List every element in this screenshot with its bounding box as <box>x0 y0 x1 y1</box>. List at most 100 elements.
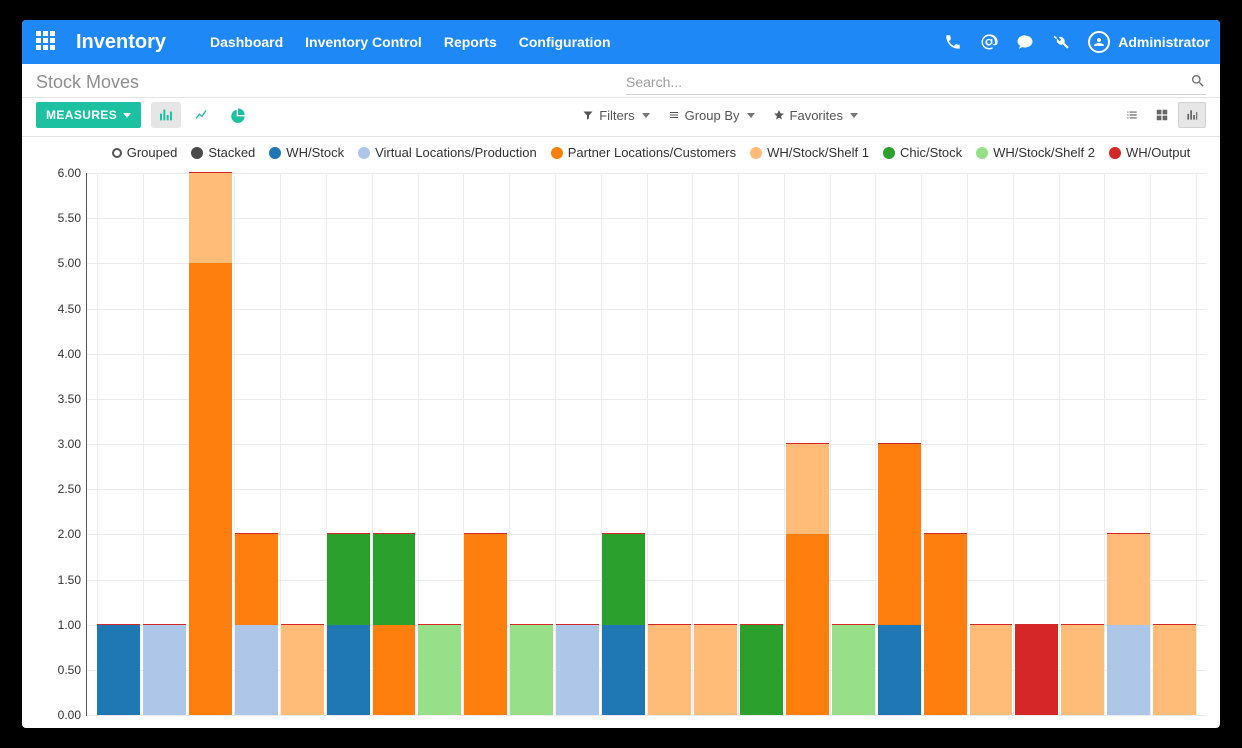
chart-bar-segment <box>924 534 967 715</box>
favorites-label: Favorites <box>790 108 843 123</box>
chart-bar[interactable] <box>510 173 553 715</box>
tools-icon[interactable] <box>1052 33 1070 51</box>
legend-series-item[interactable]: WH/Stock/Shelf 1 <box>750 145 869 160</box>
top-navbar: Inventory Dashboard Inventory Control Re… <box>22 20 1220 64</box>
bar-top-marker <box>1061 624 1104 625</box>
chart-bar[interactable] <box>189 173 232 715</box>
chart-bar[interactable] <box>1107 173 1150 715</box>
legend-series-item[interactable]: Chic/Stock <box>883 145 962 160</box>
caret-down-icon <box>642 113 650 118</box>
chart-bar-segment <box>740 625 783 715</box>
chart-bar[interactable] <box>327 173 370 715</box>
chart-bar[interactable] <box>464 173 507 715</box>
legend-series-item[interactable]: Partner Locations/Customers <box>551 145 736 160</box>
user-menu[interactable]: Administrator <box>1088 31 1210 53</box>
chart-bar[interactable] <box>924 173 967 715</box>
y-axis-label: 5.50 <box>58 211 81 225</box>
user-name: Administrator <box>1118 34 1210 50</box>
legend-series-item[interactable]: WH/Output <box>1109 145 1190 160</box>
chart-bar[interactable] <box>648 173 691 715</box>
chart-bar-segment <box>556 625 599 715</box>
caret-down-icon <box>123 113 131 118</box>
chart-bar[interactable] <box>1153 173 1196 715</box>
legend-label: WH/Stock <box>286 145 344 160</box>
color-swatch-icon <box>269 147 281 159</box>
y-axis-label: 6.00 <box>58 166 81 180</box>
chart-bar-segment <box>648 625 691 715</box>
main-menu: Dashboard Inventory Control Reports Conf… <box>210 34 610 50</box>
y-axis-label: 1.00 <box>58 618 81 632</box>
nav-icon-group: Administrator <box>944 31 1210 53</box>
chart-bar-segment <box>602 625 645 715</box>
chart-type-bar[interactable] <box>151 102 181 128</box>
chart-bar[interactable] <box>373 173 416 715</box>
legend-label: Stacked <box>208 145 255 160</box>
chart-bar-segment <box>373 625 416 715</box>
chart-bar[interactable] <box>970 173 1013 715</box>
legend-series-item[interactable]: Virtual Locations/Production <box>358 145 537 160</box>
y-axis-label: 2.50 <box>58 482 81 496</box>
chart-bar[interactable] <box>143 173 186 715</box>
chart-type-pie[interactable] <box>223 102 253 128</box>
chart-bar[interactable] <box>602 173 645 715</box>
chart-bar[interactable] <box>1061 173 1104 715</box>
chat-icon[interactable] <box>1016 33 1034 51</box>
legend-label: WH/Stock/Shelf 2 <box>993 145 1095 160</box>
menu-inventory-control[interactable]: Inventory Control <box>305 34 422 50</box>
search-input[interactable] <box>626 70 1206 95</box>
chart-bar-segment <box>1107 534 1150 624</box>
view-list-button[interactable] <box>1118 102 1146 128</box>
chart-legend: Grouped Stacked WH/Stock Virtual Location… <box>22 137 1220 162</box>
bar-top-marker <box>970 624 1013 625</box>
filters-label: Filters <box>599 108 634 123</box>
view-pivot-button[interactable] <box>1148 102 1176 128</box>
circle-outline-icon <box>112 148 122 158</box>
chart-bar-segment <box>327 534 370 624</box>
caret-down-icon <box>747 113 755 118</box>
caret-down-icon <box>850 113 858 118</box>
chart-bar[interactable] <box>235 173 278 715</box>
menu-dashboard[interactable]: Dashboard <box>210 34 283 50</box>
y-axis-label: 3.50 <box>58 392 81 406</box>
bar-top-marker <box>556 624 599 625</box>
phone-icon[interactable] <box>944 33 962 51</box>
legend-mode-grouped[interactable]: Grouped <box>112 145 178 160</box>
chart-bar[interactable] <box>740 173 783 715</box>
graph-view-icon <box>1185 108 1199 122</box>
bar-top-marker <box>510 624 553 625</box>
chart-bar[interactable] <box>694 173 737 715</box>
legend-mode-stacked[interactable]: Stacked <box>191 145 255 160</box>
groupby-dropdown[interactable]: Group By <box>668 108 755 123</box>
legend-series-item[interactable]: WH/Stock/Shelf 2 <box>976 145 1095 160</box>
chart-bar-segment <box>418 625 461 715</box>
avatar-icon <box>1088 31 1110 53</box>
bar-top-marker <box>878 443 921 444</box>
bar-top-marker <box>740 624 783 625</box>
filters-dropdown[interactable]: Filters <box>582 108 649 123</box>
chart-bar[interactable] <box>786 173 829 715</box>
at-icon[interactable] <box>980 33 998 51</box>
chart-bar[interactable] <box>556 173 599 715</box>
view-graph-button[interactable] <box>1178 102 1206 128</box>
legend-label: WH/Output <box>1126 145 1190 160</box>
chart-bar[interactable] <box>832 173 875 715</box>
chart-bar[interactable] <box>1015 173 1058 715</box>
chart-bar-segment <box>510 625 553 715</box>
menu-configuration[interactable]: Configuration <box>519 34 611 50</box>
measures-button[interactable]: MEASURES <box>36 102 141 128</box>
bar-top-marker <box>694 624 737 625</box>
menu-reports[interactable]: Reports <box>444 34 497 50</box>
chart-bar[interactable] <box>97 173 140 715</box>
legend-series-item[interactable]: WH/Stock <box>269 145 344 160</box>
chart-bar[interactable] <box>418 173 461 715</box>
line-chart-icon <box>194 107 210 123</box>
color-swatch-icon <box>883 147 895 159</box>
chart-bar[interactable] <box>878 173 921 715</box>
chart-bar-segment <box>1061 625 1104 715</box>
chart-bar[interactable] <box>281 173 324 715</box>
search-button[interactable] <box>1190 73 1206 92</box>
favorites-dropdown[interactable]: Favorites <box>773 108 858 123</box>
star-icon <box>773 109 785 121</box>
apps-grid-icon[interactable] <box>36 31 58 53</box>
chart-type-line[interactable] <box>187 102 217 128</box>
